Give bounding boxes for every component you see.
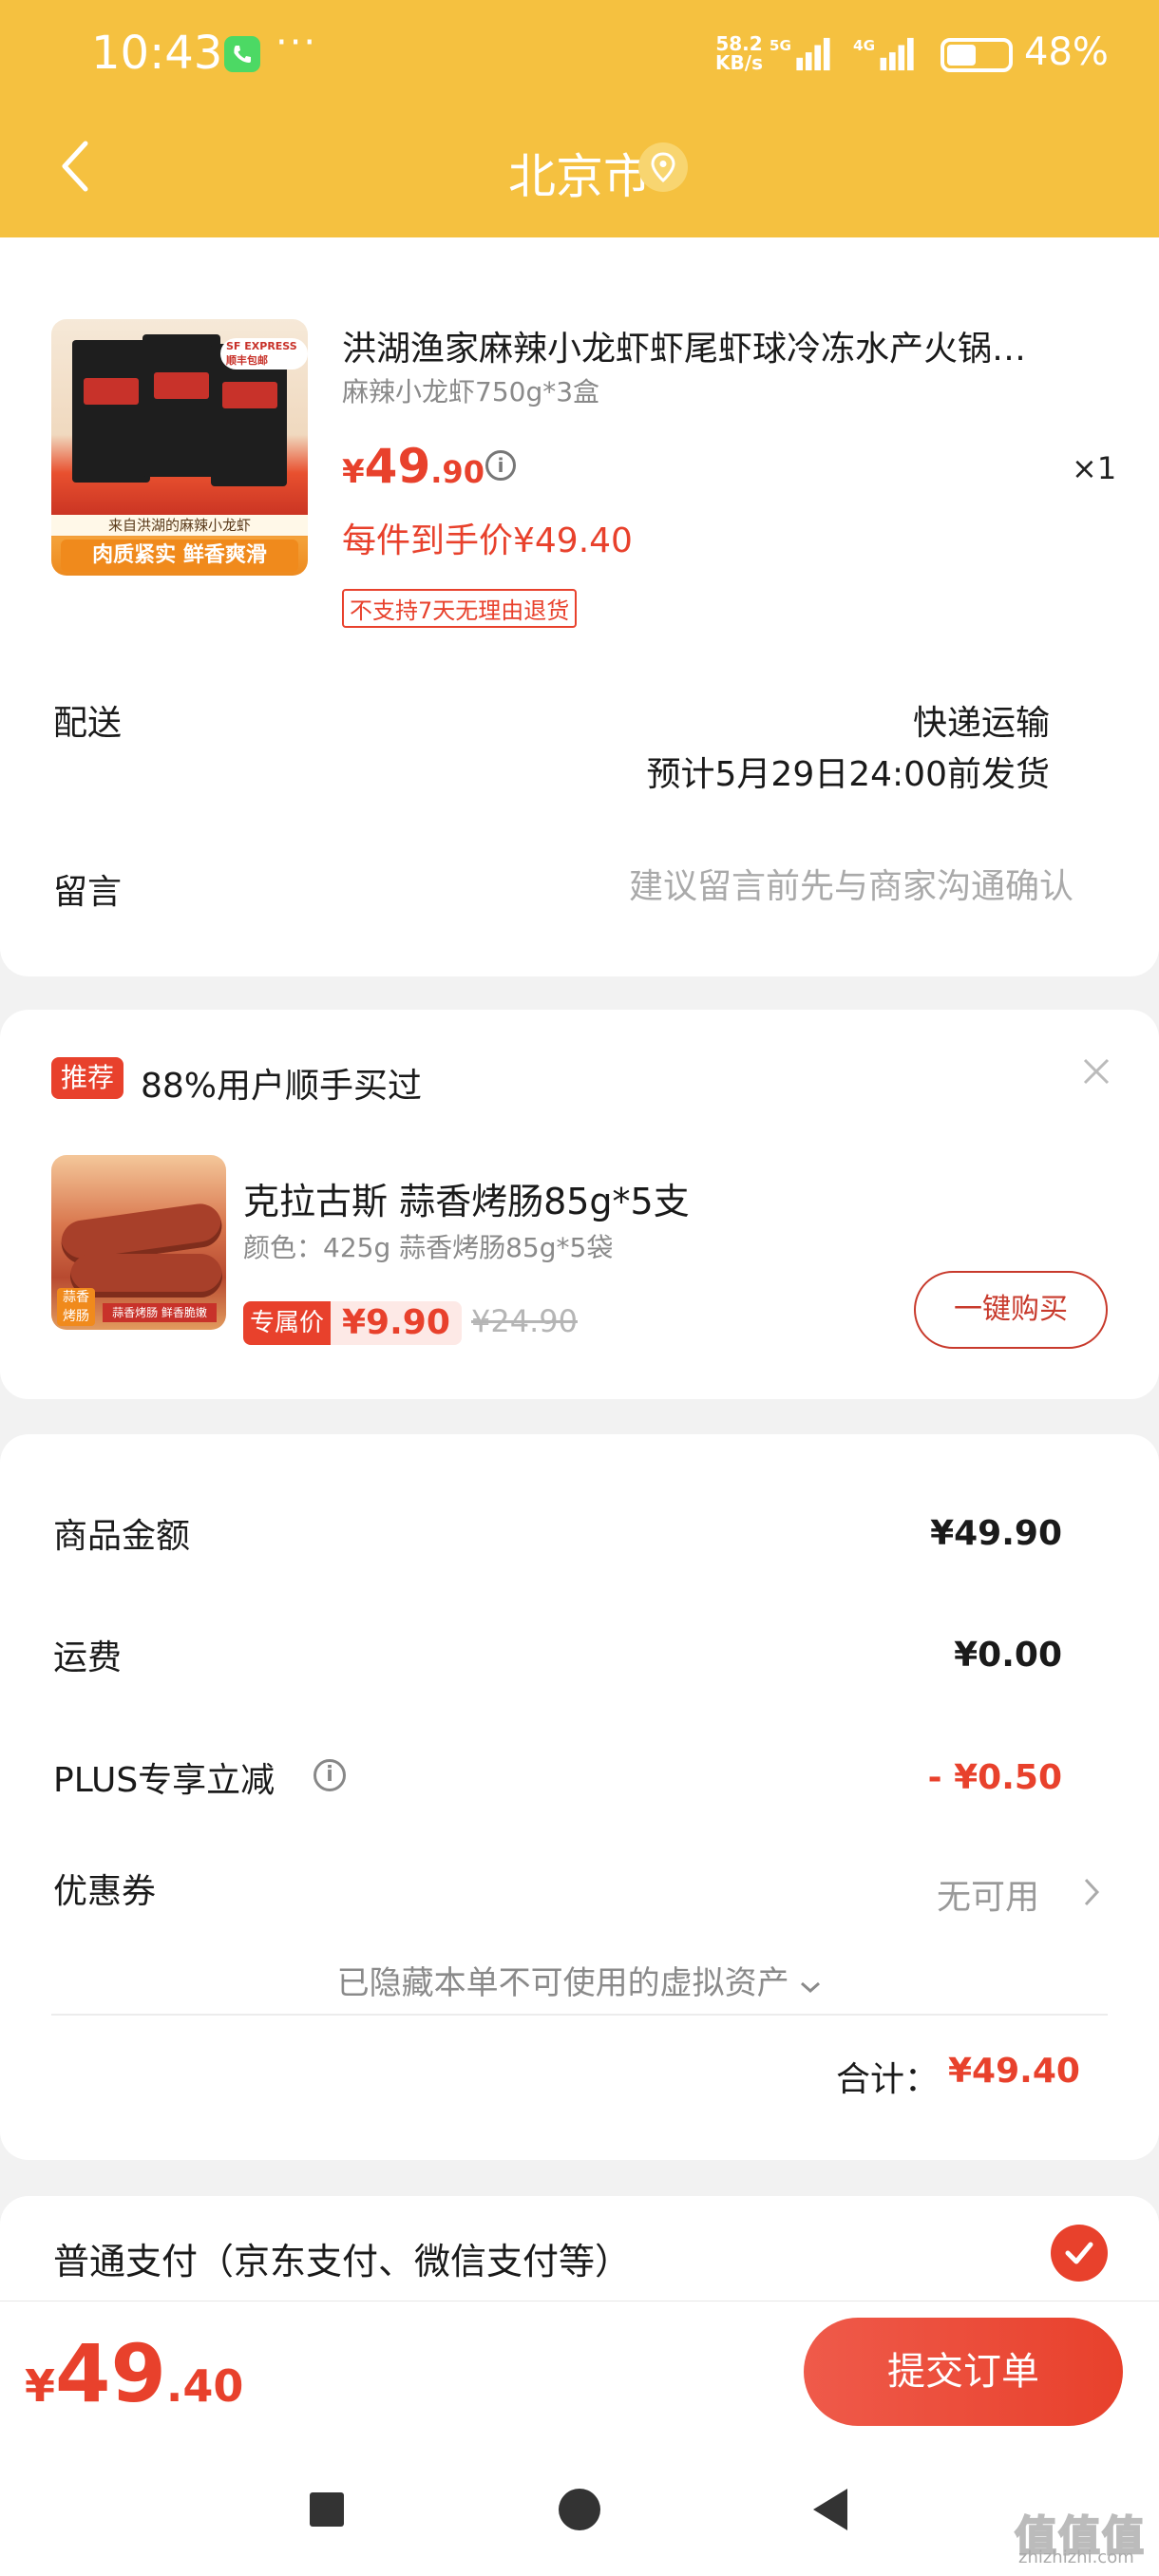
- recommend-spec: 颜色：425g 蒜香烤肠85g*5袋: [243, 1232, 614, 1263]
- watermark-domain: zhizhizhi.com: [1018, 2548, 1134, 2567]
- delivery-eta: 预计5月29日24:00前发货: [646, 755, 1050, 794]
- hidden-assets-text: 已隐藏本单不可使用的虚拟资产: [336, 1964, 789, 2002]
- divider: [51, 2014, 1108, 2016]
- submit-order-button[interactable]: 提交订单: [804, 2318, 1123, 2426]
- signal-4g-icon: 4G: [853, 37, 914, 71]
- final-price: 每件到手价¥49.40: [342, 521, 633, 560]
- chevron-right-icon[interactable]: [1081, 1875, 1102, 1909]
- recommend-badge: 推荐: [51, 1057, 124, 1099]
- location-pin-icon[interactable]: [638, 142, 688, 192]
- plus-discount-label: PLUS专享立减: [53, 1761, 276, 1800]
- delivery-method[interactable]: 快递运输: [913, 695, 1050, 745]
- exclusive-price: ¥9.90: [331, 1301, 462, 1345]
- svg-text:5G: 5G: [770, 37, 791, 54]
- image-tag: 蒜香烤肠: [57, 1288, 95, 1326]
- recommend-product-image[interactable]: 蒜香烤肠 蒜香烤肠 鲜香脆嫩: [51, 1155, 226, 1330]
- no-return-tag: 不支持7天无理由退货: [342, 589, 578, 628]
- price-info-icon[interactable]: i: [485, 450, 516, 481]
- coupon-label[interactable]: 优惠券: [53, 1864, 156, 1913]
- payment-method[interactable]: 普通支付（京东支付、微信支付等）: [53, 2232, 631, 2284]
- svg-text:4G: 4G: [853, 37, 875, 54]
- delivery-label: 配送: [53, 704, 123, 743]
- battery-percent: 48%: [1024, 30, 1109, 74]
- coupon-value[interactable]: 无可用: [937, 1869, 1039, 1919]
- message-input[interactable]: [532, 860, 1074, 913]
- image-banner: 肉质紧实 鲜香爽滑: [61, 540, 298, 572]
- sf-express-badge: SF EXPRESS 顺丰包邮: [220, 338, 308, 369]
- hidden-assets-toggle[interactable]: 已隐藏本单不可使用的虚拟资产: [0, 1957, 1159, 2003]
- battery-icon: [940, 38, 1013, 72]
- net-speed: 58.2 KB/s: [715, 32, 763, 74]
- recommend-title: 88%用户顺手买过: [141, 1067, 423, 1106]
- goods-amount-label: 商品金额: [53, 1517, 191, 1556]
- close-icon[interactable]: [1079, 1054, 1113, 1089]
- one-click-buy-button[interactable]: 一键购买: [914, 1271, 1108, 1349]
- product-box-graphic: [72, 340, 150, 483]
- signal-5g-icon: 5G: [770, 37, 830, 71]
- quantity: ×1: [1072, 450, 1117, 486]
- total-label: 合计：: [836, 2060, 940, 2099]
- home-icon[interactable]: [559, 2489, 600, 2530]
- image-caption: 蒜香烤肠 鲜香脆嫩: [103, 1303, 217, 1322]
- product-title[interactable]: 洪湖渔家麻辣小龙虾虾尾虾球冷冻水产火锅…: [342, 321, 1102, 370]
- shipping-value: ¥0.00: [954, 1636, 1062, 1675]
- more-notifications-icon: ···: [276, 21, 318, 65]
- original-price: ¥24.90: [471, 1303, 578, 1339]
- total-value: ¥49.40: [948, 2052, 1080, 2091]
- product-box-graphic: [142, 334, 220, 477]
- plus-info-icon[interactable]: i: [314, 1759, 346, 1791]
- product-price: ¥49.90: [342, 439, 484, 494]
- city-title[interactable]: 北京市: [508, 149, 651, 204]
- back-button[interactable]: [57, 138, 95, 195]
- footer-total-price: ¥49.40: [25, 2327, 244, 2420]
- image-caption: 来自洪湖的麻辣小龙虾: [51, 515, 308, 536]
- battery-level: [947, 45, 976, 66]
- shipping-label: 运费: [53, 1638, 123, 1677]
- exclusive-price-label: 专属价: [243, 1301, 331, 1345]
- goods-amount-value: ¥49.90: [930, 1514, 1062, 1553]
- chevron-left-icon: [62, 141, 88, 192]
- plus-discount-value: - ¥0.50: [927, 1758, 1062, 1797]
- phone-call-icon: [224, 36, 260, 72]
- status-bar: 10:43 ··· 58.2 KB/s 5G 4G 48%: [0, 0, 1159, 114]
- product-image[interactable]: SF EXPRESS 顺丰包邮 来自洪湖的麻辣小龙虾 肉质紧实 鲜香爽滑: [51, 319, 308, 576]
- check-icon[interactable]: [1051, 2225, 1108, 2282]
- recent-apps-icon[interactable]: [310, 2492, 344, 2527]
- recommend-name[interactable]: 克拉古斯 蒜香烤肠85g*5支: [243, 1172, 690, 1224]
- chevron-down-icon: [801, 1981, 821, 1994]
- product-spec: 麻辣小龙虾750g*3盒: [342, 376, 600, 407]
- system-back-icon[interactable]: [809, 2487, 851, 2532]
- message-label: 留言: [53, 873, 123, 912]
- status-time: 10:43: [91, 27, 223, 80]
